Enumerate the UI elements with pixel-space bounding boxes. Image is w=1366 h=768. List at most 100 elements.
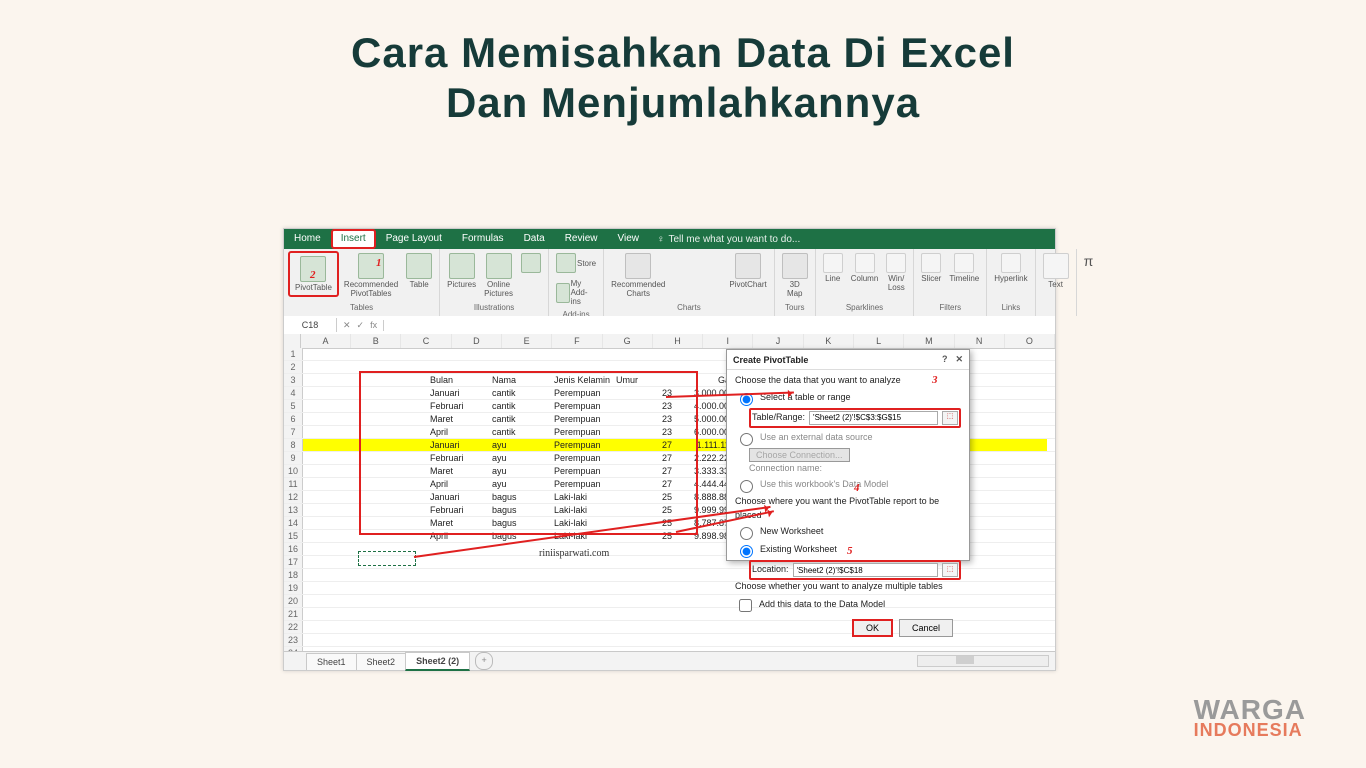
recommended-charts-button[interactable]: Recommended Charts (608, 251, 668, 300)
cell[interactable] (365, 387, 427, 399)
cell[interactable] (303, 478, 365, 490)
cell[interactable]: cantik (489, 413, 551, 425)
tab-data[interactable]: Data (514, 229, 555, 249)
cell[interactable]: Maret (427, 517, 489, 529)
cell[interactable] (985, 413, 1047, 425)
row-header[interactable]: 8 (284, 439, 303, 451)
cell[interactable] (365, 491, 427, 503)
cell[interactable] (303, 595, 365, 607)
cell[interactable] (303, 543, 365, 555)
cell[interactable] (427, 348, 489, 360)
cell[interactable] (427, 608, 489, 620)
cell[interactable]: Jenis Kelamin (551, 374, 613, 386)
cell[interactable] (365, 621, 427, 633)
cell[interactable] (985, 465, 1047, 477)
cell[interactable]: Perempuan (551, 478, 613, 490)
cell[interactable] (303, 517, 365, 529)
row-header[interactable]: 19 (284, 582, 303, 594)
help-icon[interactable]: ? (942, 354, 948, 365)
row-header[interactable]: 18 (284, 569, 303, 581)
cell[interactable] (985, 439, 1047, 451)
chart-type-grid[interactable] (670, 251, 724, 256)
3dmap-button[interactable]: 3D Map (779, 251, 811, 300)
column-header[interactable]: I (703, 334, 753, 348)
cell[interactable] (985, 504, 1047, 516)
my-addins-button[interactable]: My Add-ins (553, 277, 599, 308)
radio-external-source[interactable]: Use an external data source (735, 430, 961, 446)
range-picker-icon[interactable]: ⬚ (942, 563, 958, 577)
timeline-button[interactable]: Timeline (946, 251, 982, 285)
cell[interactable] (489, 348, 551, 360)
cell[interactable] (489, 595, 551, 607)
row-header[interactable]: 17 (284, 556, 303, 568)
column-header[interactable]: B (351, 334, 401, 348)
cell[interactable] (303, 556, 365, 568)
row-header[interactable]: 14 (284, 517, 303, 529)
cell[interactable] (985, 543, 1047, 555)
cell[interactable]: Maret (427, 413, 489, 425)
cell[interactable]: 27 (613, 452, 675, 464)
column-header[interactable]: G (603, 334, 653, 348)
location-input[interactable] (793, 563, 938, 577)
cell[interactable] (303, 621, 365, 633)
column-header[interactable]: J (753, 334, 803, 348)
select-all-corner[interactable] (284, 334, 301, 348)
cell[interactable] (303, 465, 365, 477)
cell[interactable]: Maret (427, 465, 489, 477)
cell[interactable] (365, 361, 427, 373)
cell[interactable] (985, 582, 1047, 594)
cell[interactable] (613, 634, 675, 646)
cell[interactable] (489, 608, 551, 620)
cell[interactable] (365, 608, 427, 620)
cell[interactable]: cantik (489, 426, 551, 438)
sparkline-column-button[interactable]: Column (848, 251, 882, 285)
cell[interactable]: April (427, 478, 489, 490)
radio-data-model[interactable]: Use this workbook's Data Model (735, 477, 961, 493)
cell[interactable] (427, 582, 489, 594)
name-box[interactable]: C18 (284, 318, 337, 332)
cell[interactable] (303, 374, 365, 386)
tab-formulas[interactable]: Formulas (452, 229, 514, 249)
cell[interactable] (985, 374, 1047, 386)
ok-button[interactable]: OK (852, 619, 893, 637)
checkbox-dm-input[interactable] (739, 599, 752, 612)
cell[interactable]: 23 (613, 413, 675, 425)
cell[interactable]: 27 (613, 478, 675, 490)
row-header[interactable]: 1 (284, 348, 303, 360)
cell[interactable]: cantik (489, 400, 551, 412)
cell[interactable] (303, 348, 365, 360)
cell[interactable] (489, 569, 551, 581)
radio-new-ws-input[interactable] (740, 527, 753, 540)
cell[interactable] (303, 387, 365, 399)
cell[interactable] (985, 530, 1047, 542)
cell[interactable]: April (427, 426, 489, 438)
column-header[interactable]: E (502, 334, 552, 348)
row-header[interactable]: 22 (284, 621, 303, 633)
cell[interactable] (303, 634, 365, 646)
column-header[interactable]: K (804, 334, 854, 348)
cell[interactable] (303, 361, 365, 373)
equation-button[interactable]: π (1081, 251, 1097, 271)
cell[interactable] (365, 478, 427, 490)
cell[interactable] (489, 361, 551, 373)
cell[interactable]: 23 (613, 426, 675, 438)
row-header[interactable]: 21 (284, 608, 303, 620)
cell[interactable]: Perempuan (551, 452, 613, 464)
row-header[interactable]: 7 (284, 426, 303, 438)
cell[interactable] (551, 582, 613, 594)
cell[interactable]: Februari (427, 504, 489, 516)
tab-page-layout[interactable]: Page Layout (376, 229, 452, 249)
formula-input[interactable] (384, 323, 396, 327)
column-header[interactable]: L (854, 334, 904, 348)
table-button[interactable]: Table (403, 251, 435, 291)
row-header[interactable]: 4 (284, 387, 303, 399)
row-header[interactable]: 16 (284, 543, 303, 555)
column-header[interactable]: H (653, 334, 703, 348)
cell[interactable]: Perempuan (551, 387, 613, 399)
cell[interactable] (985, 400, 1047, 412)
cell[interactable] (551, 634, 613, 646)
row-header[interactable]: 6 (284, 413, 303, 425)
tab-insert[interactable]: Insert (331, 229, 376, 249)
online-pictures-button[interactable]: Online Pictures (481, 251, 516, 300)
row-header[interactable]: 9 (284, 452, 303, 464)
